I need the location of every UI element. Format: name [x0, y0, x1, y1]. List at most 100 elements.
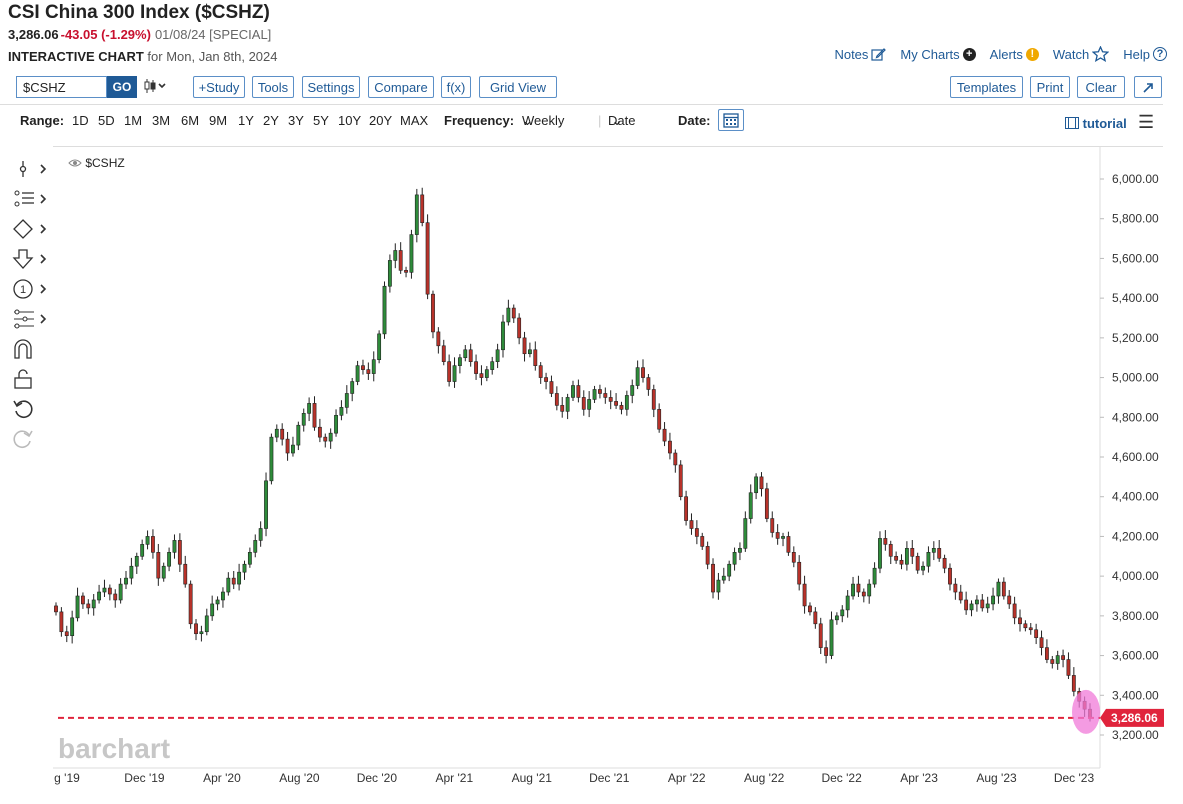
candle: [484, 366, 489, 382]
candle: [1045, 639, 1049, 664]
candle-body: [81, 595, 85, 605]
x-axis-ticks: g '19 Dec '19 Apr '20 Aug '20 Dec '20 Apr '21…: [54, 771, 1094, 785]
candle: [495, 343, 500, 369]
candle-body: [118, 583, 123, 601]
candle: [770, 511, 775, 538]
candle: [334, 409, 338, 437]
candle: [1018, 609, 1022, 632]
candle-body: [226, 577, 231, 593]
candle-body: [926, 552, 931, 567]
candle: [926, 546, 931, 573]
candle-body: [269, 436, 274, 482]
x-tick-label: Dec '19: [124, 771, 165, 785]
chart-symbol: $CSHZ: [85, 156, 125, 170]
candle-body: [242, 563, 247, 573]
candle-body: [802, 583, 807, 607]
candle-body: [1055, 655, 1060, 664]
candle: [646, 373, 651, 396]
candle: [54, 602, 58, 616]
candle-body: [177, 540, 182, 565]
candle: [657, 403, 662, 433]
x-tick-label: Aug '22: [744, 771, 785, 785]
candle: [64, 625, 69, 643]
candle-body: [678, 464, 683, 498]
candle-body: [716, 579, 721, 593]
candle-body: [398, 250, 403, 271]
candle-body: [764, 488, 769, 519]
candle-body: [291, 444, 295, 454]
candle-body: [1001, 581, 1006, 597]
candle: [899, 554, 904, 570]
chart-symbol-label: $CSHZ: [68, 156, 125, 170]
candles: [54, 187, 1092, 722]
candle-body: [818, 623, 823, 648]
candle: [1039, 630, 1044, 656]
candle: [549, 375, 554, 398]
candle-body: [840, 609, 845, 617]
candle-body: [511, 307, 516, 319]
candle-body: [1066, 659, 1071, 676]
x-tick-label: Dec '21: [589, 771, 630, 785]
candle: [247, 547, 252, 568]
candle-body: [393, 250, 398, 261]
candle-body: [344, 393, 349, 408]
x-tick-label: Apr '20: [203, 771, 241, 785]
candle: [474, 354, 478, 380]
y-tick-label: 5,000.00: [1112, 371, 1159, 385]
candle-body: [775, 532, 780, 539]
candle: [781, 532, 785, 547]
y-tick-label: 4,200.00: [1112, 529, 1159, 543]
candle-body: [738, 548, 742, 553]
candle: [517, 313, 522, 345]
candle: [377, 330, 382, 364]
candle-body: [899, 559, 904, 565]
candle-body: [721, 575, 726, 581]
candle-body: [172, 540, 177, 553]
candle-body: [915, 555, 920, 571]
candle: [958, 584, 963, 604]
candle: [630, 379, 635, 404]
candle: [1007, 590, 1012, 609]
candle-body: [140, 544, 145, 557]
candle-body: [468, 349, 473, 362]
candle-body: [194, 623, 198, 635]
last-candle-highlight: [1072, 689, 1100, 734]
candle-body: [1061, 655, 1065, 660]
x-tick-label: Aug '21: [512, 771, 553, 785]
candle-body: [274, 428, 279, 438]
x-tick-label: g '19: [54, 771, 80, 785]
candle: [317, 418, 322, 443]
candle-body: [156, 552, 161, 579]
y-tick-label: 3,600.00: [1112, 649, 1159, 663]
candle: [598, 384, 602, 399]
candle: [818, 617, 823, 654]
candle: [991, 587, 995, 611]
candle-body: [996, 581, 1001, 597]
y-tick-label: 4,600.00: [1112, 450, 1159, 464]
y-tick-label: 4,800.00: [1112, 410, 1159, 424]
x-tick-label: Dec '22: [821, 771, 862, 785]
candle-body: [59, 611, 64, 633]
candle: [328, 428, 333, 449]
eye-icon[interactable]: [68, 158, 82, 168]
candle: [748, 484, 753, 524]
candle-body: [377, 333, 382, 360]
candle: [436, 327, 441, 354]
price-chart[interactable]: barchart 6,000.00 5,800.00 5,600.00 5,400.0…: [0, 0, 1183, 804]
candle: [813, 607, 818, 629]
candle-body: [350, 381, 355, 394]
candle-body: [215, 599, 220, 605]
y-tick-label: 3,800.00: [1112, 609, 1159, 623]
candle-body: [754, 476, 759, 494]
candle-body: [834, 615, 839, 621]
candle: [581, 390, 586, 416]
candle-body: [921, 565, 925, 571]
candle-body: [312, 403, 317, 428]
candle-body: [237, 571, 242, 585]
candle: [118, 578, 123, 604]
candle-body: [614, 401, 618, 406]
candle-body: [210, 603, 215, 617]
candle-body: [727, 563, 732, 577]
candle-body: [969, 603, 974, 611]
candle: [463, 345, 468, 362]
